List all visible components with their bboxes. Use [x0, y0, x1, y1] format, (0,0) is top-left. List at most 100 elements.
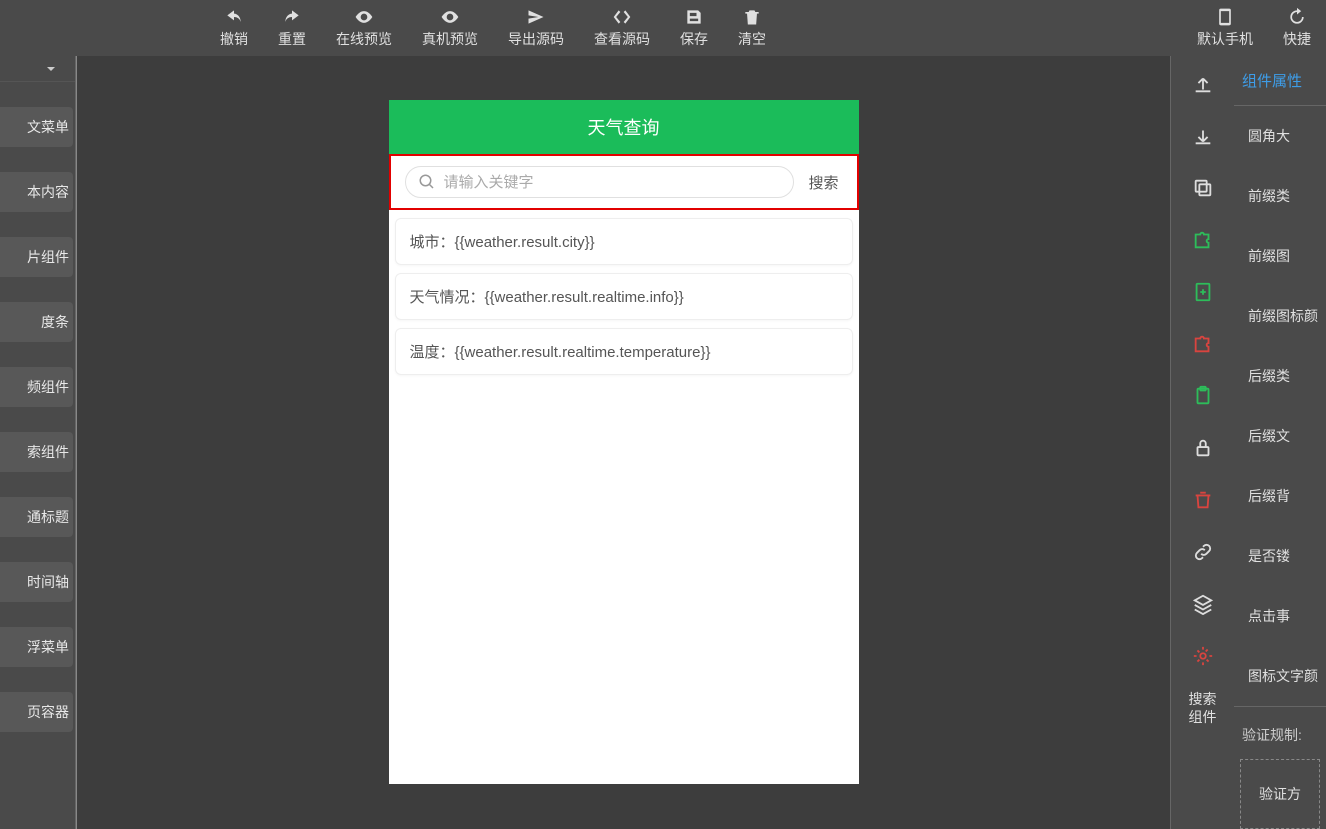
toolbar-right: 默认手机 快捷 [1197, 7, 1311, 49]
component-progress-item[interactable]: 度条 [0, 302, 73, 342]
prop-prefix-icon[interactable]: 前缀图 [1234, 226, 1326, 286]
toolbar-label: 撤销 [220, 29, 248, 49]
component-title-item[interactable]: 通标题 [0, 497, 73, 537]
add-file-button[interactable] [1191, 280, 1215, 304]
card-temperature[interactable]: 温度：{{weather.result.realtime.temperature… [395, 328, 853, 375]
props-list: 圆角大 前缀类 前缀图 前缀图标颜 后缀类 后缀文 后缀背 是否镂 点击事 图标… [1234, 106, 1326, 829]
online-preview-button[interactable]: 在线预览 [336, 7, 392, 49]
code-icon [612, 7, 632, 27]
expand-toggle[interactable] [0, 56, 75, 82]
save-button[interactable]: 保存 [680, 7, 708, 49]
component-text-item[interactable]: 本内容 [0, 172, 73, 212]
toolbar-label: 导出源码 [508, 29, 564, 49]
main-area: 文菜单 本内容 片组件 度条 频组件 索组件 通标题 时间轴 浮菜单 页容器 天… [0, 56, 1326, 829]
toolbar-label: 重置 [278, 29, 306, 49]
left-sidebar: 文菜单 本内容 片组件 度条 频组件 索组件 通标题 时间轴 浮菜单 页容器 [0, 56, 76, 829]
puzzle-green-button[interactable] [1191, 228, 1215, 252]
prop-validation-method[interactable]: 验证方 [1240, 759, 1320, 829]
canvas-area[interactable]: 天气查询 搜索 城市：{{weather.result.city}} 天气情况：… [76, 56, 1170, 829]
prop-suffix-text[interactable]: 后缀文 [1234, 406, 1326, 466]
trash-button[interactable] [1191, 488, 1215, 512]
clipboard-button[interactable] [1191, 384, 1215, 408]
link-icon [1192, 541, 1214, 563]
toolbar-label: 快捷 [1283, 29, 1311, 49]
component-video-item[interactable]: 频组件 [0, 367, 73, 407]
quick-button[interactable]: 快捷 [1283, 7, 1311, 49]
puzzle-icon [1192, 229, 1214, 251]
component-image-item[interactable]: 片组件 [0, 237, 73, 277]
redo-button[interactable]: 重置 [278, 7, 306, 49]
phone-header: 天气查询 [389, 100, 859, 154]
upload-icon [1192, 73, 1214, 95]
device-preview-button[interactable]: 真机预览 [422, 7, 478, 49]
card-list: 城市：{{weather.result.city}} 天气情况：{{weathe… [389, 210, 859, 383]
prop-radius[interactable]: 圆角大 [1234, 106, 1326, 166]
download-button[interactable] [1191, 124, 1215, 148]
copy-icon [1192, 177, 1214, 199]
undo-icon [224, 7, 244, 27]
rail-bottom-label: 搜索 组件 [1189, 690, 1217, 726]
redo-icon [282, 7, 302, 27]
export-code-button[interactable]: 导出源码 [508, 7, 564, 49]
layers-button[interactable] [1191, 592, 1215, 616]
clipboard-icon [1192, 385, 1214, 407]
component-list: 文菜单 本内容 片组件 度条 频组件 索组件 通标题 时间轴 浮菜单 页容器 [0, 82, 75, 732]
search-bar-selected[interactable]: 搜索 [389, 154, 859, 210]
prop-click-event[interactable]: 点击事 [1234, 586, 1326, 646]
settings-button[interactable] [1191, 644, 1215, 668]
toolbar-label: 默认手机 [1197, 29, 1253, 49]
search-input[interactable] [444, 174, 782, 191]
card-weather[interactable]: 天气情况：{{weather.result.realtime.info}} [395, 273, 853, 320]
view-code-button[interactable]: 查看源码 [594, 7, 650, 49]
gear-icon [1192, 645, 1214, 667]
link-button[interactable] [1191, 540, 1215, 564]
component-float-menu-item[interactable]: 浮菜单 [0, 627, 73, 667]
component-timeline-item[interactable]: 时间轴 [0, 562, 73, 602]
puzzle-icon [1192, 333, 1214, 355]
prop-suffix-bg[interactable]: 后缀背 [1234, 466, 1326, 526]
toolbar-label: 真机预览 [422, 29, 478, 49]
component-page-container-item[interactable]: 页容器 [0, 692, 73, 732]
search-icon [418, 173, 436, 191]
clear-button[interactable]: 清空 [738, 7, 766, 49]
chevron-down-icon [43, 61, 59, 77]
search-button[interactable]: 搜索 [804, 172, 842, 193]
refresh-icon [1287, 7, 1307, 27]
properties-panel: 组件属性 圆角大 前缀类 前缀图 前缀图标颜 后缀类 后缀文 后缀背 是否镂 点… [1234, 56, 1326, 829]
lock-icon [1192, 437, 1214, 459]
undo-button[interactable]: 撤销 [220, 7, 248, 49]
toolbar-label: 清空 [738, 29, 766, 49]
trash-icon [1192, 489, 1214, 511]
send-icon [526, 7, 546, 27]
top-toolbar: 撤销 重置 在线预览 真机预览 导出源码 查看源码 保存 清空 [0, 0, 1326, 56]
search-input-wrap [405, 166, 795, 198]
toolbar-label: 查看源码 [594, 29, 650, 49]
add-file-icon [1192, 281, 1214, 303]
prop-hollow[interactable]: 是否镂 [1234, 526, 1326, 586]
eye-icon [354, 7, 374, 27]
prop-prefix-type[interactable]: 前缀类 [1234, 166, 1326, 226]
toolbar-items: 撤销 重置 在线预览 真机预览 导出源码 查看源码 保存 清空 [220, 7, 766, 49]
card-city[interactable]: 城市：{{weather.result.city}} [395, 218, 853, 265]
component-search-item[interactable]: 索组件 [0, 432, 73, 472]
default-phone-button[interactable]: 默认手机 [1197, 7, 1253, 49]
toolbar-label: 在线预览 [336, 29, 392, 49]
download-icon [1192, 125, 1214, 147]
icon-rail: 搜索 组件 [1170, 56, 1234, 829]
prop-prefix-icon-color[interactable]: 前缀图标颜 [1234, 286, 1326, 346]
lock-button[interactable] [1191, 436, 1215, 460]
layers-icon [1192, 593, 1214, 615]
prop-suffix-type[interactable]: 后缀类 [1234, 346, 1326, 406]
props-tab[interactable]: 组件属性 [1234, 56, 1326, 106]
component-menu-item[interactable]: 文菜单 [0, 107, 73, 147]
phone-preview: 天气查询 搜索 城市：{{weather.result.city}} 天气情况：… [389, 100, 859, 784]
phone-icon [1215, 7, 1235, 27]
puzzle-red-button[interactable] [1191, 332, 1215, 356]
copy-button[interactable] [1191, 176, 1215, 200]
upload-button[interactable] [1191, 72, 1215, 96]
eye-icon [440, 7, 460, 27]
delete-icon [742, 7, 762, 27]
toolbar-label: 保存 [680, 29, 708, 49]
prop-validation-section: 验证规制: [1234, 706, 1326, 753]
prop-icon-text-color[interactable]: 图标文字颜 [1234, 646, 1326, 706]
